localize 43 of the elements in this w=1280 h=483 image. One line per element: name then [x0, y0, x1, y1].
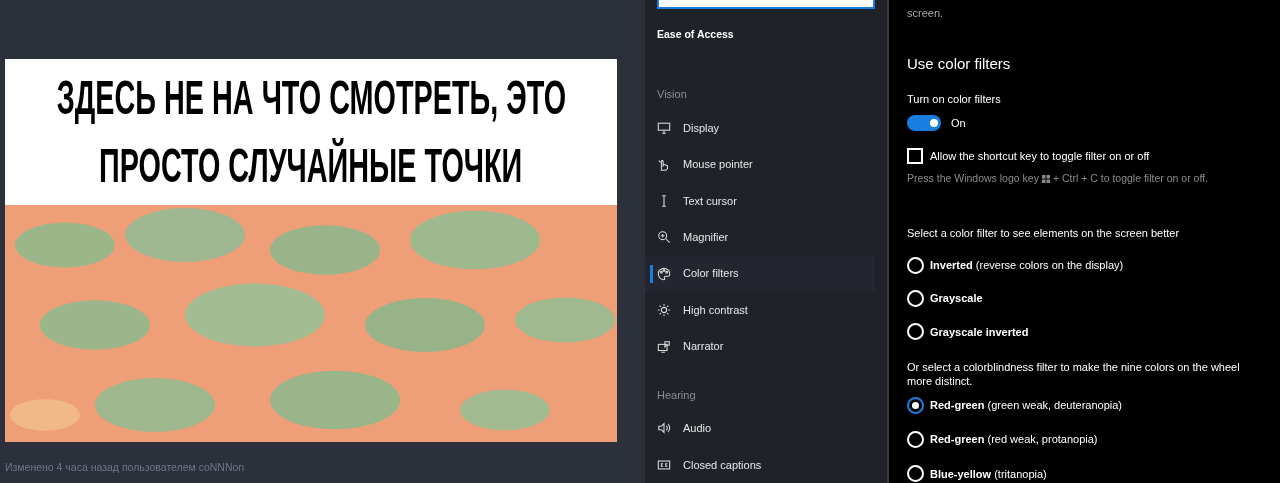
- radio-label: Inverted (reverse colors on the display): [930, 258, 1124, 274]
- hand-pointer-icon: [657, 157, 671, 172]
- colorblind-label: Or select a colorblindness filter to make the nine colors on the wheel more distinct.: [907, 360, 1241, 389]
- meme-caption: ПРОСТО СЛУЧАЙНЫЕ ТОЧКИ: [99, 137, 523, 194]
- intro-text: screen.: [907, 6, 945, 21]
- nav-item[interactable]: Display: [645, 110, 875, 147]
- radio-label: Grayscale inverted: [930, 324, 1029, 340]
- nav-item[interactable]: Magnifier: [645, 219, 875, 256]
- section-title: Ease of Access: [657, 26, 735, 42]
- modified-note: Изменено 4 часа назад пользователем coNNNon: [5, 460, 246, 475]
- shortcut-hint: + Ctrl + C to toggle filter on or off.: [1052, 171, 1208, 186]
- filters-label: Select a color filter to see elements on the screen better: [907, 225, 1181, 241]
- nav-item[interactable]: Audio: [645, 410, 875, 447]
- nav-item[interactable]: Narrator: [645, 328, 875, 365]
- sun-icon: [657, 303, 671, 318]
- toggle-label: Turn on color filters: [907, 91, 1002, 107]
- speaker-icon: [657, 421, 671, 436]
- nav-item[interactable]: Mouse pointer: [645, 146, 875, 183]
- group-heading: Hearing: [657, 387, 697, 403]
- radio-label: Red-green (green weak, deuteranopia): [930, 398, 1122, 414]
- nav-item[interactable]: Closed captions: [645, 446, 875, 483]
- closed-captions-icon: [657, 457, 671, 472]
- toggle-switch[interactable]: [907, 115, 941, 132]
- radio-label: Grayscale: [930, 291, 983, 307]
- radio-label: Blue-yellow (tritanopia): [930, 466, 1047, 482]
- shortcut-hint: Press the Windows logo key: [907, 171, 1039, 186]
- section-heading: Use color filters: [907, 54, 1012, 74]
- windows-logo-icon: [1041, 174, 1050, 183]
- checkbox[interactable]: [907, 147, 923, 164]
- meme-caption: ЗДЕСЬ НЕ НА ЧТО СМОТРЕТЬ, ЭТО: [56, 70, 566, 126]
- nav-item[interactable]: Text cursor: [645, 182, 875, 220]
- narrator-icon: [657, 339, 671, 354]
- search-field[interactable]: [657, 0, 875, 9]
- nav-item[interactable]: High contrast: [645, 291, 875, 329]
- checkbox-label: Allow the shortcut key to toggle filter on or off: [930, 148, 1150, 164]
- magnifier-icon: [657, 230, 671, 245]
- monitor-icon: [657, 121, 671, 136]
- group-heading: Vision: [657, 87, 688, 103]
- toggle-state: On: [951, 116, 966, 131]
- nav-item[interactable]: Color filters: [645, 255, 875, 292]
- radio-label: Red-green (red weak, protanopia): [930, 432, 1098, 448]
- radio-button[interactable]: [907, 396, 924, 414]
- palette-icon: [657, 266, 671, 281]
